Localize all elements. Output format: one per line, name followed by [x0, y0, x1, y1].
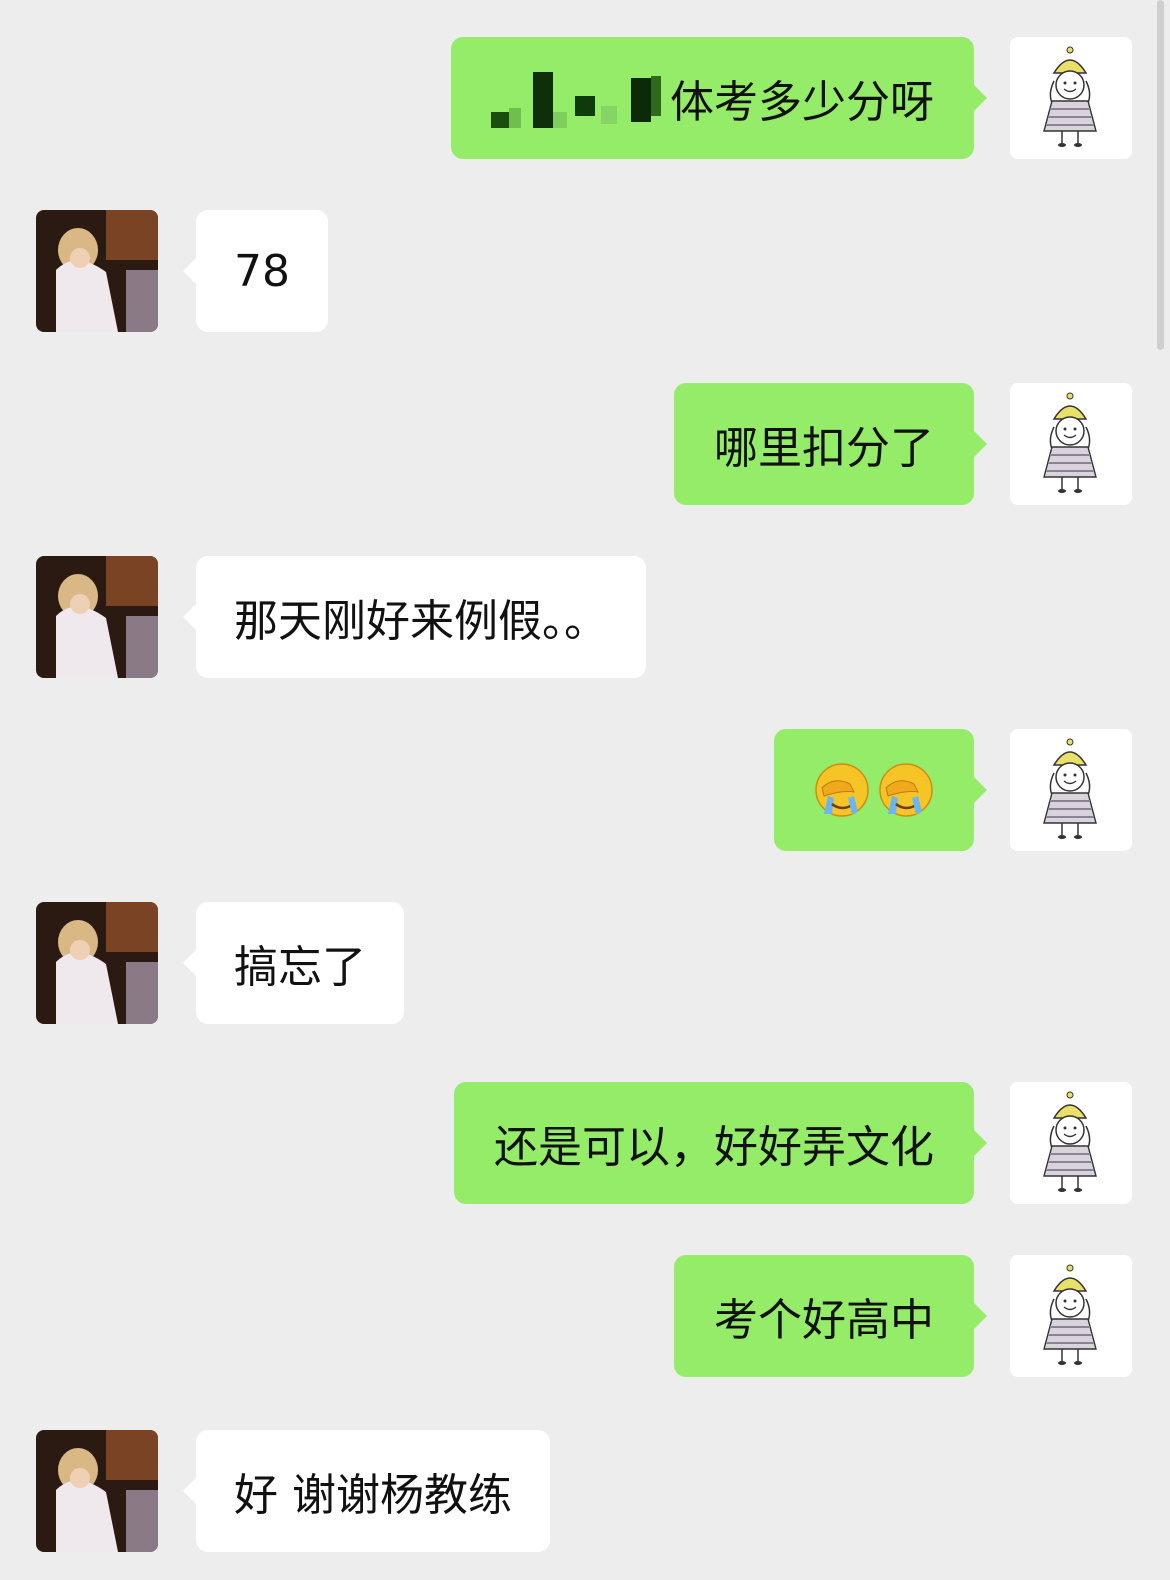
- message-text: 78: [234, 245, 290, 297]
- received-message-bubble[interactable]: 那天刚好来例假。。: [183, 556, 646, 678]
- emoji-group: [814, 762, 934, 818]
- received-message-bubble[interactable]: 78: [183, 210, 328, 332]
- message-row: [0, 729, 1170, 851]
- message-text: 还是可以，好好弄文化: [494, 1122, 934, 1173]
- contact-avatar[interactable]: [36, 1430, 158, 1552]
- message-row: 好 谢谢杨教练: [0, 1430, 1170, 1552]
- message-row: 体考多少分呀: [0, 37, 1170, 159]
- message-row: 那天刚好来例假。。: [0, 556, 1170, 678]
- sent-message-bubble[interactable]: 体考多少分呀: [451, 37, 987, 159]
- message-text: 搞忘了: [234, 942, 366, 993]
- cartoon-girl-avatar-icon: [1010, 383, 1132, 505]
- face-palm-crying-icon: [815, 763, 869, 817]
- message-row: 考个好高中: [0, 1255, 1170, 1377]
- photo-avatar-icon: [36, 210, 158, 332]
- cartoon-girl-avatar-icon: [1010, 729, 1132, 851]
- photo-avatar-icon: [36, 556, 158, 678]
- redacted-mosaic: [491, 68, 666, 128]
- my-avatar[interactable]: [1010, 37, 1132, 159]
- contact-avatar[interactable]: [36, 556, 158, 678]
- cartoon-girl-avatar-icon: [1010, 1255, 1132, 1377]
- message-row: 还是可以，好好弄文化: [0, 1082, 1170, 1204]
- my-avatar[interactable]: [1010, 729, 1132, 851]
- sent-message-bubble[interactable]: [774, 729, 987, 851]
- message-row: 78: [0, 210, 1170, 332]
- message-text: 好 谢谢杨教练: [234, 1470, 512, 1521]
- photo-avatar-icon: [36, 902, 158, 1024]
- my-avatar[interactable]: [1010, 1082, 1132, 1204]
- cartoon-girl-avatar-icon: [1010, 37, 1132, 159]
- sent-message-bubble[interactable]: 还是可以，好好弄文化: [454, 1082, 987, 1204]
- message-text: 那天刚好来例假。。: [234, 596, 608, 647]
- chat-message-list[interactable]: 体考多少分呀 78 哪里扣分了 那天刚好来例假。。 搞忘了 还是可以，好好弄文化…: [0, 0, 1170, 1580]
- message-row: 搞忘了: [0, 902, 1170, 1024]
- message-row: 哪里扣分了: [0, 383, 1170, 505]
- received-message-bubble[interactable]: 好 谢谢杨教练: [183, 1430, 550, 1552]
- message-text: 考个好高中: [714, 1295, 934, 1346]
- received-message-bubble[interactable]: 搞忘了: [183, 902, 404, 1024]
- sent-message-bubble[interactable]: 哪里扣分了: [674, 383, 987, 505]
- contact-avatar[interactable]: [36, 210, 158, 332]
- scrollbar[interactable]: [1157, 0, 1164, 350]
- my-avatar[interactable]: [1010, 383, 1132, 505]
- message-text: 体考多少分呀: [670, 77, 934, 128]
- my-avatar[interactable]: [1010, 1255, 1132, 1377]
- face-palm-crying-icon: [879, 763, 933, 817]
- contact-avatar[interactable]: [36, 902, 158, 1024]
- sent-message-bubble[interactable]: 考个好高中: [674, 1255, 987, 1377]
- message-text: 哪里扣分了: [714, 423, 934, 474]
- photo-avatar-icon: [36, 1430, 158, 1552]
- cartoon-girl-avatar-icon: [1010, 1082, 1132, 1204]
